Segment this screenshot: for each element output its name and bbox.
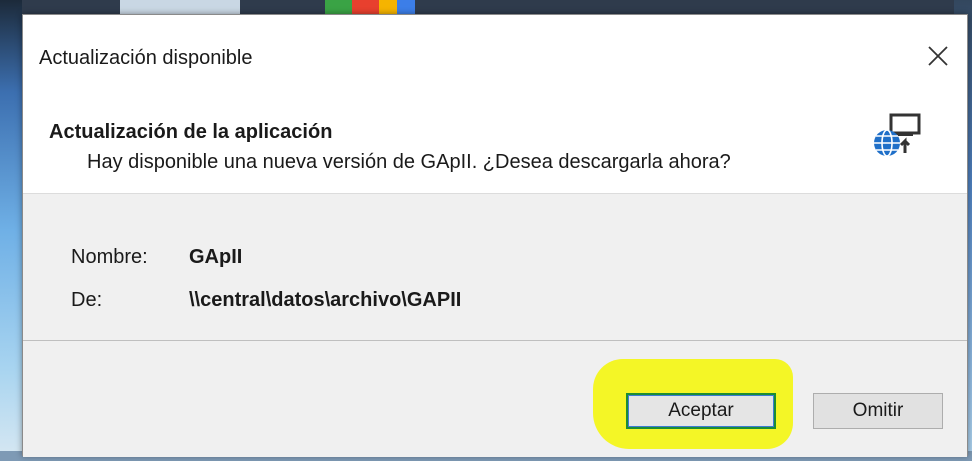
name-label: Nombre: [71,246,148,268]
button-section: Aceptar Omitir [23,341,967,457]
title-bar: Actualización disponible [23,15,967,83]
desktop-background-icon [325,0,415,14]
desktop-background-icon [120,0,240,14]
info-section: Nombre: GApII De: \\central\datos\archiv… [23,193,967,341]
close-button[interactable] [923,41,953,71]
globe-update-icon [874,113,921,157]
header-subtitle: Hay disponible una nueva versión de GApI… [87,151,731,173]
close-icon [928,46,948,66]
header-section: Actualización de la aplicación Hay dispo… [23,83,967,193]
accept-button[interactable]: Aceptar [626,393,776,429]
header-title: Actualización de la aplicación [49,121,333,143]
skip-button[interactable]: Omitir [813,393,943,429]
update-dialog: Actualización disponible Actualización d… [22,14,968,457]
from-value: \\central\datos\archivo\GAPII [189,289,462,311]
window-title: Actualización disponible [39,47,253,69]
name-value: GApII [189,246,243,268]
desktop-background-left [0,0,22,461]
from-label: De: [71,289,103,311]
